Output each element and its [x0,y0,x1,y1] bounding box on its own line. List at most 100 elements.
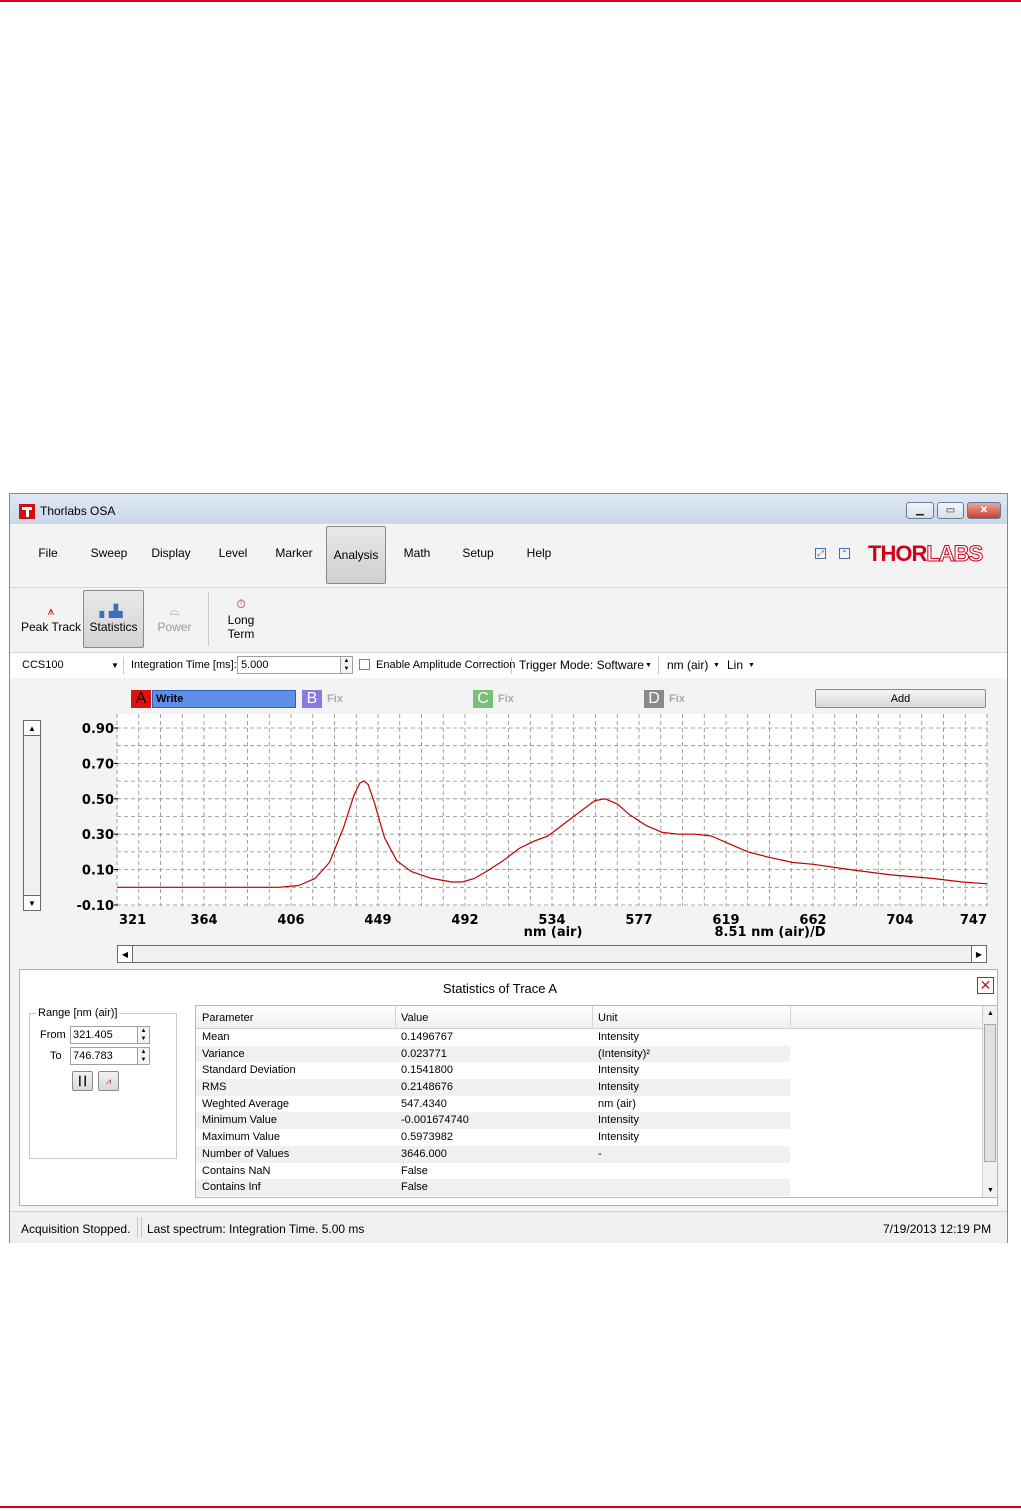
x-tick-label: 747 [960,913,987,928]
cell-value: 3646.000 [401,1147,447,1160]
trace-d-letter: D [644,690,664,708]
device-select[interactable]: CCS100 [22,659,64,671]
fullscreen-icon[interactable]: ⤢ [815,548,826,559]
menu-setup[interactable]: Setup [452,524,504,582]
minimize-button[interactable]: ▁ [906,502,934,519]
table-row[interactable]: Minimum Value -0.001674740 Intensity [196,1112,982,1130]
menu-analysis[interactable]: Analysis [326,526,386,584]
table-row[interactable]: Number of Values 3646.000 - [196,1145,982,1163]
table-row[interactable]: Weghted Average 547.4340 nm (air) [196,1096,982,1113]
range-to-input[interactable]: 746.783 [70,1047,138,1065]
cell-value: 0.023771 [401,1047,447,1060]
range-from-stepper[interactable]: ▲ ▼ [137,1026,150,1044]
scroll-thumb[interactable] [984,1024,996,1162]
scroll-left-icon[interactable]: ◀ [118,946,133,962]
integration-time-label: Integration Time [ms]: [131,659,237,671]
menu-help[interactable]: Help [513,524,565,582]
maximize-button[interactable]: ▭ [937,502,964,519]
range-full-button[interactable]: ⩘ [98,1071,119,1091]
y-tick-label: 0.90 [82,722,114,737]
cell-unit: Intensity [598,1031,639,1043]
spectrum-chart[interactable]: 0.90 0.70 0.50 0.30 0.10 -0.10 321 364 406 449 492… [10,714,1007,949]
table-row[interactable]: Variance 0.023771 (Intensity)² [196,1045,982,1063]
trigger-mode-select[interactable]: Trigger Mode: Software [519,658,644,672]
range-from-input[interactable]: 321.405 [70,1026,138,1044]
unit-select[interactable]: nm (air) [667,658,708,672]
x-axis-label: nm (air) [524,925,583,940]
range-to-stepper[interactable]: ▲ ▼ [137,1047,150,1065]
statistics-panel: Statistics of Trace A ✕ Range [nm (air)]… [19,969,998,1206]
status-timestamp: 7/19/2013 12:19 PM [883,1222,992,1236]
close-window-button[interactable]: ✕ [967,502,1001,519]
row-shade [196,1079,790,1096]
table-row[interactable]: RMS 0.2148676 Intensity [196,1079,982,1096]
header-separator [592,1006,593,1028]
row-shade [196,1045,790,1063]
cell-parameter: Minimum Value [202,1114,277,1127]
cell-unit: Intensity [598,1064,639,1077]
statistics-label: Statistics [89,619,138,634]
close-icon: ✕ [979,977,992,993]
device-dropdown-icon[interactable]: ▼ [111,661,119,670]
add-trace-button[interactable]: Add [815,689,986,708]
menu-math[interactable]: Math [391,524,443,582]
range-cursor-button[interactable]: ┃┃ [72,1071,93,1091]
cell-parameter: Number of Values [202,1147,290,1160]
cell-unit: Intensity [598,1131,639,1144]
y-tick-label: 0.10 [82,864,114,879]
table-row[interactable]: Maximum Value 0.5973982 Intensity [196,1129,982,1146]
table-row[interactable]: Contains Inf False [196,1179,982,1196]
menu-level[interactable]: Level [207,524,259,582]
cell-unit: nm (air) [598,1097,636,1110]
scroll-down-icon[interactable]: ▼ [983,1183,997,1197]
trace-a-button[interactable]: A Write [131,690,297,708]
thorlabs-logo: THORLABS [868,541,984,567]
scroll-up-icon[interactable]: ▲ [983,1006,997,1020]
header-unit[interactable]: Unit [598,1012,618,1024]
trace-b-button[interactable]: B Fix [302,690,362,708]
toolbar-separator [123,657,124,674]
power-button[interactable]: ⌓ Power [147,590,202,648]
amplitude-correction-checkbox[interactable] [359,659,370,670]
trace-c-button[interactable]: C Fix [473,690,533,708]
trace-d-button[interactable]: D Fix [644,690,704,708]
cell-parameter: Variance [202,1047,245,1060]
unit-dropdown-icon[interactable]: ▼ [713,662,720,669]
collapse-ribbon-icon[interactable]: ⌃ [839,548,850,559]
window-title: Thorlabs OSA [40,504,116,518]
amplitude-correction-label: Enable Amplitude Correction [376,659,516,671]
status-separator [137,1217,138,1238]
scale-dropdown-icon[interactable]: ▼ [748,662,755,669]
analysis-ribbon: ⩚ Peak Track ▖▟▖ Statistics ⌓ Power ⏱ Lo… [10,587,1007,652]
close-icon: ✕ [979,505,989,516]
trace-a-letter: A [131,690,151,708]
cell-parameter: Mean [202,1031,230,1043]
status-separator [141,1217,142,1238]
statistics-title: Statistics of Trace A [442,981,558,996]
scale-select[interactable]: Lin [727,658,743,672]
integration-time-stepper[interactable]: ▲ ▼ [340,656,353,674]
long-term-button[interactable]: ⏱ Long Term [215,590,267,648]
table-row[interactable]: Mean 0.1496767 Intensity [196,1029,982,1046]
cell-value: 0.1496767 [401,1031,453,1043]
menu-sweep[interactable]: Sweep [83,524,135,582]
trigger-dropdown-icon[interactable]: ▼ [645,662,652,669]
menu-display[interactable]: Display [145,524,197,582]
table-row[interactable]: Contains NaN False [196,1163,982,1180]
trace-d-label: Fix [669,693,685,705]
header-parameter[interactable]: Parameter [202,1012,253,1024]
cell-parameter: Weghted Average [202,1097,290,1110]
scroll-right-icon[interactable]: ▶ [971,946,986,962]
statistics-button[interactable]: ▖▟▖ Statistics [83,590,144,648]
menu-marker[interactable]: Marker [268,524,320,582]
peak-track-button[interactable]: ⩚ Peak Track [20,590,82,648]
close-statistics-button[interactable]: ✕ [977,977,994,994]
spectrum-svg[interactable]: 0.90 0.70 0.50 0.30 0.10 -0.10 321 364 406 449 492… [10,714,1007,949]
table-scrollbar[interactable]: ▲ ▼ [982,1006,997,1197]
header-value[interactable]: Value [401,1012,428,1024]
integration-time-input[interactable]: 5.000 [237,656,341,674]
menu-file[interactable]: File [24,524,72,582]
long-term-label-1: Long [227,612,255,627]
table-row[interactable]: Standard Deviation 0.1541800 Intensity [196,1062,982,1079]
wavelength-scrollbar[interactable]: ◀ ▶ [117,945,987,963]
